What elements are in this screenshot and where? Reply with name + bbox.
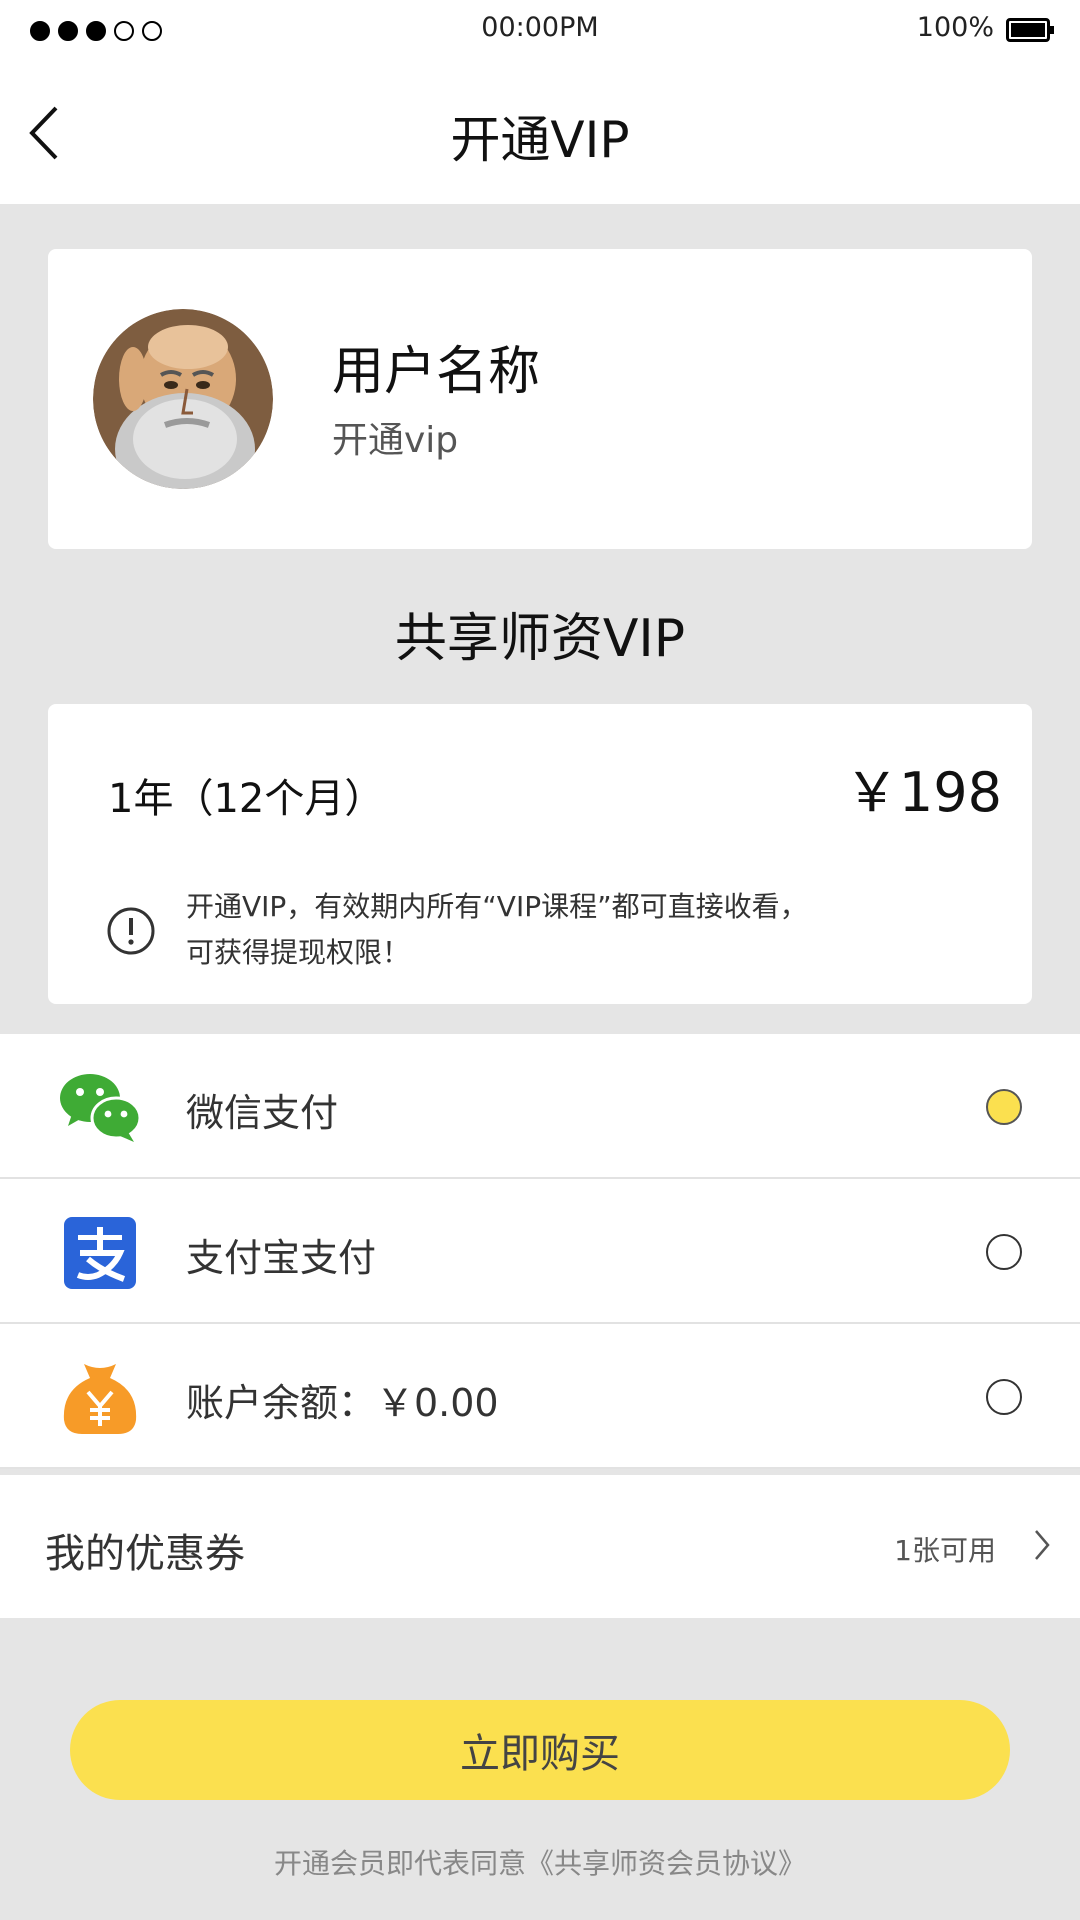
avatar[interactable] [93,309,273,489]
wechat-icon [60,1074,142,1142]
section-title: 共享师资VIP [394,609,686,669]
status-bar: 00:00PM 100% [0,0,1080,62]
chevron-right-icon [1035,1530,1050,1560]
coupon-label: 我的优惠券 [45,1531,245,1577]
radio-button-selected[interactable] [986,1089,1022,1125]
plan-note: 开通VIP，有效期内所有“VIP课程”都可直接收看， 可获得提现权限！ [186,884,886,976]
payment-option-label: 支付宝支付 [186,1236,377,1280]
payment-options: 微信支付 支付宝支付 账户余额：￥0.00 [0,1034,1080,1469]
info-icon [107,907,155,955]
radio-button[interactable] [986,1234,1022,1270]
payment-option-balance[interactable]: 账户余额：￥0.00 [0,1324,1080,1469]
money-bag-icon [63,1364,137,1434]
plan-note-line: 可获得提现权限！ [186,936,411,969]
battery-percentage: 100% [916,12,994,43]
buy-now-button[interactable]: 立即购买 [70,1700,1010,1800]
coupon-count: 1张可用 [894,1534,996,1567]
page-title: 开通VIP [450,111,630,169]
user-name: 用户名称 [332,342,541,402]
nav-bar: 开通VIP [0,62,1080,204]
payment-option-alipay[interactable]: 支付宝支付 [0,1179,1080,1324]
plan-price: ￥198 [844,761,1002,824]
radio-button[interactable] [986,1379,1022,1415]
payment-option-label: 账户余额：￥0.00 [186,1381,499,1425]
payment-option-wechat[interactable]: 微信支付 [0,1034,1080,1179]
payment-option-label: 微信支付 [186,1091,339,1135]
plan-name: 1年（12个月） [108,776,385,822]
coupon-row[interactable]: 我的优惠券 1张可用 [0,1475,1080,1618]
agreement-text[interactable]: 开通会员即代表同意《共享师资会员协议》 [0,1842,1080,1882]
alipay-icon [64,1217,136,1289]
battery-icon [1006,18,1054,42]
plan-card[interactable]: 1年（12个月） ￥198 开通VIP，有效期内所有“VIP课程”都可直接收看，… [48,704,1032,1004]
plan-note-line: 开通VIP，有效期内所有“VIP课程”都可直接收看， [186,890,808,923]
user-subtitle: 开通vip [332,420,459,461]
user-card: 用户名称 开通vip [48,249,1032,549]
